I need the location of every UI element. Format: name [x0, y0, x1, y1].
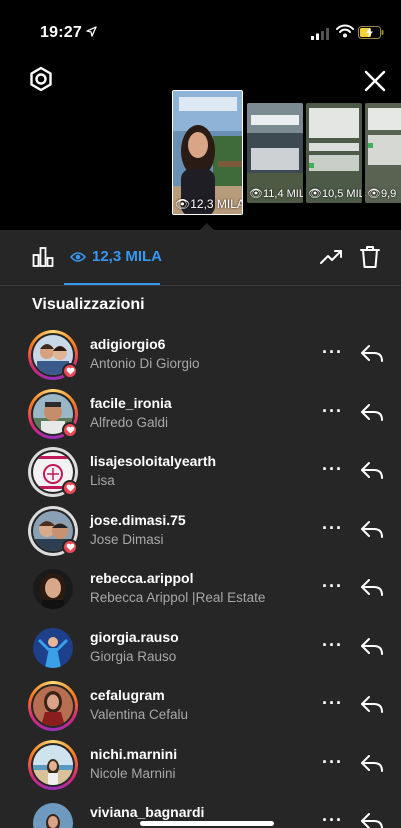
viewer-row[interactable]: cefalugram Valentina Cefalu ···: [0, 677, 401, 736]
avatar[interactable]: [28, 622, 78, 673]
viewer-fullname: Lisa: [90, 473, 115, 488]
reply-icon[interactable]: [360, 577, 384, 597]
eye-icon: 👁: [308, 188, 322, 200]
more-options-button[interactable]: ···: [322, 342, 343, 363]
eye-icon: 👁: [367, 188, 381, 200]
heart-icon: [62, 538, 78, 555]
viewer-username[interactable]: lisajesoloitalyearth: [90, 453, 216, 469]
home-indicator[interactable]: [140, 821, 274, 826]
trash-icon[interactable]: [360, 245, 380, 269]
location-arrow-icon: [86, 26, 97, 37]
story-thumbnail[interactable]: 👁9,9: [365, 103, 401, 203]
viewer-username[interactable]: jose.dimasi.75: [90, 512, 186, 528]
avatar[interactable]: [28, 798, 78, 828]
section-title: Visualizzazioni: [32, 296, 145, 313]
cellular-signal-icon: [311, 28, 329, 40]
more-options-button[interactable]: ···: [322, 576, 343, 597]
viewer-username[interactable]: cefalugram: [90, 687, 165, 703]
avatar[interactable]: [28, 564, 78, 614]
more-options-button[interactable]: ···: [322, 401, 343, 422]
viewer-fullname: Alfredo Galdi: [90, 414, 169, 430]
eye-icon: 👁: [175, 197, 191, 211]
viewer-row[interactable]: rebecca.arippol Rebecca Arippol |Real Es…: [0, 560, 401, 619]
story-carousel: 👁12,3 MILA 👁11,4 MIL 👁10,5 MIL 👁9,9: [0, 58, 401, 232]
viewers-list: adigiorgio6 Antonio Di Giorgio ··· facil…: [0, 326, 401, 828]
reply-icon[interactable]: [360, 343, 384, 363]
avatar-photo: [33, 803, 73, 828]
wifi-icon: [336, 24, 354, 38]
viewers-sheet: 12,3 MILA Visualizzazioni adigiorgio6 An…: [0, 230, 401, 828]
viewer-fullname: Antonio Di Giorgio: [90, 356, 200, 371]
story-thumbnail[interactable]: 👁10,5 MIL: [306, 103, 362, 203]
avatar[interactable]: [28, 505, 78, 556]
story-views-count: 👁12,3 MILA: [175, 197, 243, 211]
more-options-button[interactable]: ···: [322, 810, 343, 828]
active-tab-indicator: [64, 283, 160, 285]
story-viewers-screen: 19:27 👁12,3 MILA 👁11,4 MIL 👁10,5 MIL 👁9,…: [0, 0, 401, 828]
viewer-row[interactable]: jose.dimasi.75 Jose Dimasi ···: [0, 502, 401, 561]
avatar-photo: [33, 569, 73, 609]
avatar[interactable]: [28, 447, 78, 497]
battery-charging-icon: [358, 26, 384, 39]
heart-icon: [62, 363, 78, 379]
avatar[interactable]: [28, 739, 78, 790]
story-thumbnail-selected[interactable]: 👁12,3 MILA: [172, 90, 243, 215]
reply-icon[interactable]: [360, 519, 384, 539]
viewer-fullname: Valentina Cefalu: [90, 707, 189, 722]
eye-icon: 👁: [249, 188, 263, 200]
viewer-row[interactable]: nichi.marnini Nicole Marnini ···: [0, 736, 401, 795]
reply-icon[interactable]: [360, 753, 384, 773]
avatar[interactable]: [28, 681, 78, 731]
viewer-row[interactable]: adigiorgio6 Antonio Di Giorgio ···: [0, 326, 401, 385]
viewer-fullname: Jose Dimasi: [90, 531, 164, 547]
status-time: 19:27: [40, 24, 82, 41]
more-options-button[interactable]: ···: [322, 635, 343, 656]
views-tab[interactable]: 12,3 MILA: [70, 248, 162, 265]
trending-up-icon[interactable]: [320, 248, 344, 266]
viewer-username[interactable]: rebecca.arippol: [90, 570, 194, 586]
avatar-photo: [33, 686, 73, 726]
reply-icon[interactable]: [360, 402, 384, 422]
reply-icon[interactable]: [360, 694, 384, 714]
eye-icon: [70, 251, 86, 262]
insights-bar-chart-icon[interactable]: [32, 246, 54, 268]
viewer-row[interactable]: facile_ironia Alfredo Galdi ···: [0, 385, 401, 444]
more-options-button[interactable]: ···: [322, 752, 343, 773]
story-views-count: 👁11,4 MIL: [249, 188, 303, 200]
heart-icon: [62, 480, 78, 496]
avatar-photo: [33, 627, 73, 668]
sheet-toolbar: 12,3 MILA: [0, 230, 401, 286]
status-bar: 19:27: [0, 0, 401, 58]
viewer-fullname: Giorgia Rauso: [90, 648, 177, 664]
avatar[interactable]: [28, 388, 78, 439]
viewer-username[interactable]: giorgia.rauso: [90, 629, 179, 645]
avatar-photo: [33, 744, 73, 785]
viewer-username[interactable]: nichi.marnini: [90, 746, 177, 762]
reply-icon[interactable]: [360, 636, 384, 656]
avatar[interactable]: [28, 330, 78, 380]
more-options-button[interactable]: ···: [322, 518, 343, 539]
viewer-fullname: Nicole Marnini: [90, 765, 176, 781]
heart-icon: [62, 421, 78, 438]
viewer-fullname: Rebecca Arippol |Real Estate: [90, 590, 266, 605]
viewer-row[interactable]: giorgia.rauso Giorgia Rauso ···: [0, 619, 401, 678]
more-options-button[interactable]: ···: [322, 693, 343, 714]
story-views-count: 👁10,5 MIL: [308, 188, 362, 200]
reply-icon[interactable]: [360, 811, 384, 828]
settings-gear-icon[interactable]: [28, 66, 54, 92]
more-options-button[interactable]: ···: [322, 459, 343, 480]
story-thumbnail[interactable]: 👁11,4 MIL: [247, 103, 303, 203]
viewer-username[interactable]: facile_ironia: [90, 395, 172, 411]
viewer-username[interactable]: adigiorgio6: [90, 336, 165, 352]
viewer-row[interactable]: lisajesoloitalyearth Lisa ···: [0, 443, 401, 502]
reply-icon[interactable]: [360, 460, 384, 480]
close-icon[interactable]: [362, 68, 388, 94]
story-views-count: 👁9,9: [367, 188, 397, 200]
views-tab-label: 12,3 MILA: [92, 248, 163, 265]
viewer-username[interactable]: viviana_bagnardi: [90, 804, 204, 820]
